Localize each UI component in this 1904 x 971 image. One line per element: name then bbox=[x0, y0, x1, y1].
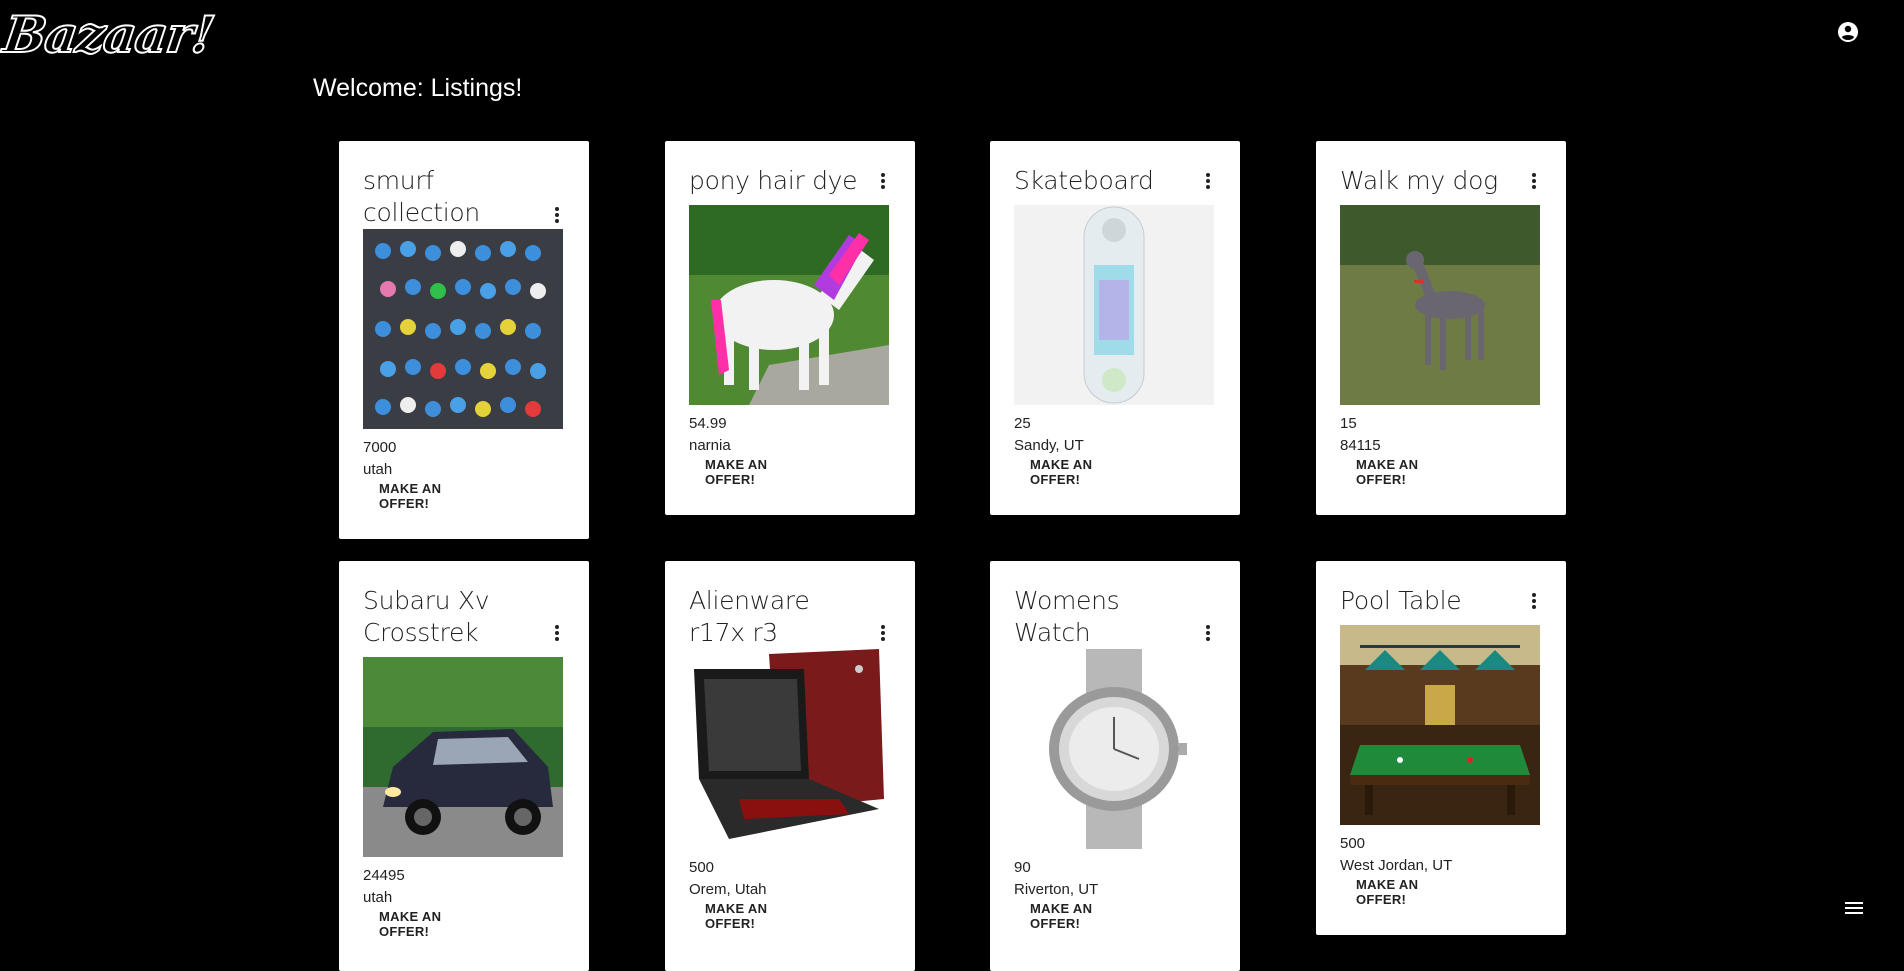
listing-card-womens-watch: Womens Watch 90 Riverton, UT MAKE AN OFF… bbox=[990, 561, 1240, 971]
more-vert-icon[interactable] bbox=[875, 621, 891, 645]
more-vert-icon[interactable] bbox=[1526, 169, 1542, 193]
listing-card-smurf-collection: smurf collection 7000 utah MAKE AN OFFER… bbox=[339, 141, 589, 539]
listing-card-pool-table: Pool Table 500 West Jordan, UT MAKE AN O… bbox=[1316, 561, 1566, 935]
listing-price: 25 bbox=[1014, 415, 1031, 432]
hamburger-menu-icon[interactable] bbox=[1842, 896, 1866, 920]
listing-title: Walk my dog bbox=[1340, 166, 1498, 195]
listing-image bbox=[1014, 649, 1214, 849]
more-vert-icon[interactable] bbox=[549, 203, 565, 227]
make-offer-button[interactable]: MAKE AN OFFER! bbox=[689, 457, 829, 487]
listing-price: 90 bbox=[1014, 859, 1031, 876]
listing-price: 54.99 bbox=[689, 415, 727, 432]
listing-title: smurf collection bbox=[363, 166, 480, 227]
listing-price: 500 bbox=[689, 859, 715, 876]
listing-title: Pool Table bbox=[1340, 586, 1462, 615]
make-offer-button[interactable]: MAKE AN OFFER! bbox=[1014, 901, 1154, 931]
listing-image bbox=[689, 649, 889, 849]
make-offer-button[interactable]: MAKE AN OFFER! bbox=[1340, 457, 1480, 487]
listing-image bbox=[363, 229, 563, 429]
more-vert-icon[interactable] bbox=[1200, 169, 1216, 193]
listing-image bbox=[363, 657, 563, 857]
page-title: Welcome: Listings! bbox=[313, 74, 523, 102]
listing-card-skateboard: Skateboard 25 Sandy, UT MAKE AN OFFER! bbox=[990, 141, 1240, 515]
make-offer-button[interactable]: MAKE AN OFFER! bbox=[689, 901, 829, 931]
make-offer-button[interactable]: MAKE AN OFFER! bbox=[1340, 877, 1480, 907]
account-circle-icon[interactable] bbox=[1836, 20, 1860, 44]
listing-location: Sandy, UT bbox=[1014, 437, 1084, 454]
listing-title: pony hair dye bbox=[689, 166, 858, 195]
listing-price: 500 bbox=[1340, 835, 1366, 852]
listing-location: Riverton, UT bbox=[1014, 881, 1099, 898]
listing-title: Subaru Xv Crosstrek bbox=[363, 586, 490, 647]
listing-location: West Jordan, UT bbox=[1340, 857, 1453, 874]
listing-title: Alienware r17x r3 bbox=[689, 586, 810, 647]
listing-image bbox=[1340, 205, 1540, 405]
listing-location: narnia bbox=[689, 437, 731, 454]
more-vert-icon[interactable] bbox=[875, 169, 891, 193]
listing-price: 15 bbox=[1340, 415, 1357, 432]
bazaar-logo: Bazaar! bbox=[0, 4, 218, 65]
listing-location: utah bbox=[363, 461, 393, 478]
make-offer-button[interactable]: MAKE AN OFFER! bbox=[363, 481, 503, 511]
listing-title: Skateboard bbox=[1014, 166, 1154, 195]
make-offer-button[interactable]: MAKE AN OFFER! bbox=[363, 909, 503, 939]
listing-location: 84115 bbox=[1340, 437, 1381, 454]
listing-location: utah bbox=[363, 889, 393, 906]
listing-image bbox=[689, 205, 889, 405]
listing-card-subaru-xv-crosstrek: Subaru Xv Crosstrek 24495 utah MAKE AN O… bbox=[339, 561, 589, 971]
listing-location: Orem, Utah bbox=[689, 881, 767, 898]
more-vert-icon[interactable] bbox=[549, 621, 565, 645]
listing-title: Womens Watch bbox=[1014, 586, 1120, 647]
listing-image bbox=[1014, 205, 1214, 405]
make-offer-button[interactable]: MAKE AN OFFER! bbox=[1014, 457, 1154, 487]
more-vert-icon[interactable] bbox=[1526, 589, 1542, 613]
more-vert-icon[interactable] bbox=[1200, 621, 1216, 645]
listing-card-walk-my-dog: Walk my dog 15 84115 MAKE AN OFFER! bbox=[1316, 141, 1566, 515]
listing-price: 7000 bbox=[363, 439, 397, 456]
listing-card-pony-hair-dye: pony hair dye 54.99 narnia MAKE AN OFFER… bbox=[665, 141, 915, 515]
listing-price: 24495 bbox=[363, 867, 405, 884]
listing-card-alienware-r17x-r3: Alienware r17x r3 500 Orem, Utah MAKE AN… bbox=[665, 561, 915, 971]
listing-image bbox=[1340, 625, 1540, 825]
